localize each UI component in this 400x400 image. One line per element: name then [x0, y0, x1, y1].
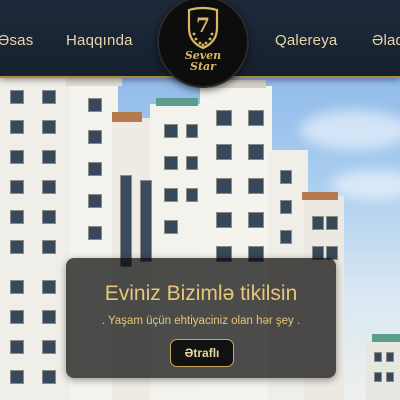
building-window — [248, 144, 264, 160]
site-logo[interactable]: 7 Seven Star — [157, 0, 249, 88]
more-info-button[interactable]: Ətraflı — [170, 339, 234, 367]
building-mid-roof — [112, 112, 142, 122]
building-window — [42, 310, 56, 324]
building-window — [42, 280, 56, 294]
building-window — [10, 340, 24, 354]
building-window — [88, 226, 102, 240]
building-window — [386, 372, 394, 382]
building-window — [10, 210, 24, 224]
building-window — [42, 240, 56, 254]
building-window — [120, 175, 132, 267]
building-window — [10, 240, 24, 254]
building-window — [248, 178, 264, 194]
building-window — [326, 216, 338, 230]
building-window — [42, 150, 56, 164]
nav-link-gallery[interactable]: Qalereya — [275, 32, 337, 49]
hero-subtitle: . Yaşam üçün ehtiyaciniz olan hər şey . — [101, 315, 301, 327]
building-window — [186, 156, 198, 170]
building-window — [42, 210, 56, 224]
building-distant-roof — [372, 334, 400, 342]
shield-stars-icon: 7 — [187, 6, 219, 50]
building-window — [164, 124, 178, 138]
building-window — [164, 156, 178, 170]
building-distant — [366, 340, 400, 400]
building-window — [10, 90, 24, 104]
building-window — [10, 120, 24, 134]
building-window — [88, 98, 102, 112]
building-window — [10, 280, 24, 294]
building-window — [164, 220, 178, 234]
building-window — [42, 180, 56, 194]
building-window — [42, 90, 56, 104]
building-window — [280, 230, 292, 244]
building-center-right-roof — [156, 98, 198, 106]
building-window — [374, 372, 382, 382]
building-window — [216, 144, 232, 160]
building-window — [42, 120, 56, 134]
building-window — [88, 162, 102, 176]
building-window — [164, 188, 178, 202]
building-window — [312, 216, 324, 230]
hero-banner: Eviniz Bizimlə tikilsin . Yaşam üçün eht… — [66, 258, 336, 378]
cloud — [300, 110, 400, 150]
building-window — [216, 178, 232, 194]
logo-numeral: 7 — [196, 13, 210, 37]
building-window — [248, 212, 264, 228]
logo-text-line2: Star — [190, 60, 216, 73]
nav-link-home[interactable]: Əsas — [0, 32, 33, 49]
building-window — [216, 212, 232, 228]
building-window — [140, 180, 152, 262]
building-window — [216, 110, 232, 126]
building-window — [386, 352, 394, 362]
building-window — [10, 370, 24, 384]
building-window — [280, 200, 292, 214]
building-window — [42, 370, 56, 384]
nav-link-about[interactable]: Haqqında — [66, 32, 133, 49]
building-window — [10, 310, 24, 324]
building-window — [280, 170, 292, 184]
building-window — [88, 130, 102, 144]
building-window — [248, 110, 264, 126]
building-far-right-roof — [302, 192, 338, 200]
building-window — [88, 194, 102, 208]
hero-title: Eviniz Bizimlə tikilsin — [104, 282, 298, 305]
building-center-roof — [66, 78, 122, 86]
building-window — [186, 124, 198, 138]
building-window — [10, 180, 24, 194]
building-window — [10, 150, 24, 164]
nav-link-contact[interactable]: Əlaqə — [372, 32, 400, 49]
building-window — [42, 340, 56, 354]
building-window — [374, 352, 382, 362]
building-window — [186, 188, 198, 202]
